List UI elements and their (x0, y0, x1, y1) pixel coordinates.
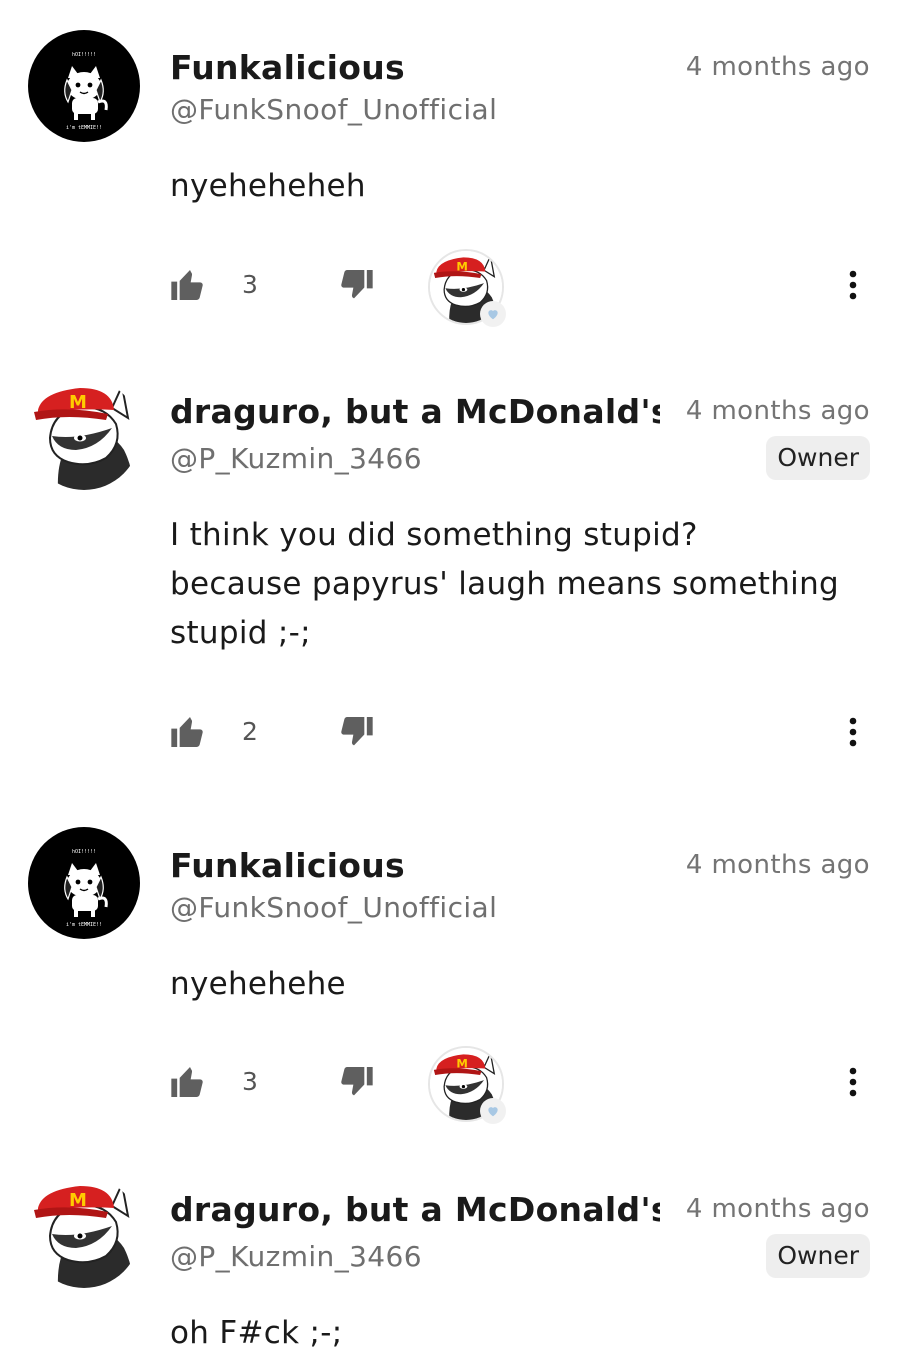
comment-text: I think you did something stupid? becaus… (170, 511, 870, 658)
thumbs-up-icon (171, 1067, 203, 1097)
svg-text:M: M (69, 392, 87, 413)
owner-badge: Owner (766, 436, 870, 480)
comment-text-line: because papyrus' laugh means something (170, 566, 840, 602)
thumbs-down-icon (341, 270, 373, 299)
svg-text:hOI!!!!!: hOI!!!!! (72, 849, 96, 855)
like-count: 3 (242, 1067, 258, 1096)
svg-text:i'm tEMMIE!!: i'm tEMMIE!! (66, 922, 102, 928)
thumbs-down-icon (341, 717, 373, 746)
svg-text:i'm tEMMIE!!: i'm tEMMIE!! (66, 125, 102, 131)
heart-badge (480, 1098, 506, 1124)
temmie-avatar[interactable]: hOI!!!!! i'm tEMMIE!! (28, 827, 140, 939)
comment-handle[interactable]: @FunkSnoof_Unofficial (170, 93, 497, 127)
comment-time: 4 months ago (685, 52, 870, 82)
comment-author[interactable]: Funkalicious (170, 48, 660, 88)
svg-text:M: M (69, 1190, 87, 1211)
svg-text:hOI!!!!!: hOI!!!!! (72, 52, 96, 58)
heart-icon (488, 1107, 498, 1117)
more-options-button[interactable] (836, 265, 870, 305)
comment-text-line: nyeheheheh (170, 168, 366, 204)
comment-text: nyeheheheh (170, 162, 870, 211)
comment-actions: 2 (0, 692, 900, 772)
thumbs-down-icon (341, 1067, 373, 1096)
comment-text-line: stupid ;-; (170, 615, 311, 651)
comment-handle[interactable]: @FunkSnoof_Unofficial (170, 891, 497, 925)
dislike-button[interactable] (336, 712, 376, 752)
more-vertical-icon (849, 1067, 857, 1097)
more-vertical-icon (849, 717, 857, 747)
thumbs-up-icon (171, 717, 203, 747)
heart-badge (480, 301, 506, 327)
draguro-avatar[interactable]: M (28, 1176, 140, 1288)
owner-badge: Owner (766, 1234, 870, 1278)
svg-text:M: M (456, 1056, 468, 1070)
thumbs-up-icon (171, 270, 203, 300)
comment-text: oh F#ck ;-; (170, 1309, 870, 1358)
creator-heart: M (428, 1046, 506, 1124)
comment-author[interactable]: draguro, but a McDonald's employee (170, 392, 660, 432)
comment-time: 4 months ago (677, 394, 870, 428)
comment-time: 4 months ago (677, 1192, 870, 1226)
comment-text-line: oh F#ck ;-; (170, 1315, 343, 1351)
like-count: 2 (242, 717, 258, 746)
comment-actions: 3 M (0, 1042, 900, 1124)
svg-text:M: M (456, 259, 468, 273)
more-options-button[interactable] (836, 1062, 870, 1102)
comment-handle[interactable]: @P_Kuzmin_3466 (170, 442, 422, 476)
creator-heart: M (428, 249, 506, 327)
comment-author[interactable]: draguro, but a McDonald's employee (170, 1190, 660, 1230)
draguro-avatar[interactable]: M (28, 378, 140, 490)
comment-text-line: I think you did something stupid? (170, 517, 698, 553)
like-count: 3 (242, 270, 258, 299)
heart-icon (488, 310, 498, 320)
comment-text: nyehehehe (170, 960, 870, 1009)
comment-author[interactable]: Funkalicious (170, 846, 660, 886)
temmie-avatar[interactable]: hOI!!!!! i'm tEMMIE!! (28, 30, 140, 142)
more-options-button[interactable] (836, 712, 870, 752)
comment-text-line: nyehehehe (170, 966, 346, 1002)
comment-handle[interactable]: @P_Kuzmin_3466 (170, 1240, 422, 1274)
dislike-button[interactable] (336, 265, 376, 305)
comment-time: 4 months ago (685, 850, 870, 880)
like-button[interactable] (168, 712, 208, 752)
more-vertical-icon (849, 270, 857, 300)
comment-actions: 3 M (0, 245, 900, 327)
like-button[interactable] (168, 1062, 208, 1102)
dislike-button[interactable] (336, 1062, 376, 1102)
like-button[interactable] (168, 265, 208, 305)
